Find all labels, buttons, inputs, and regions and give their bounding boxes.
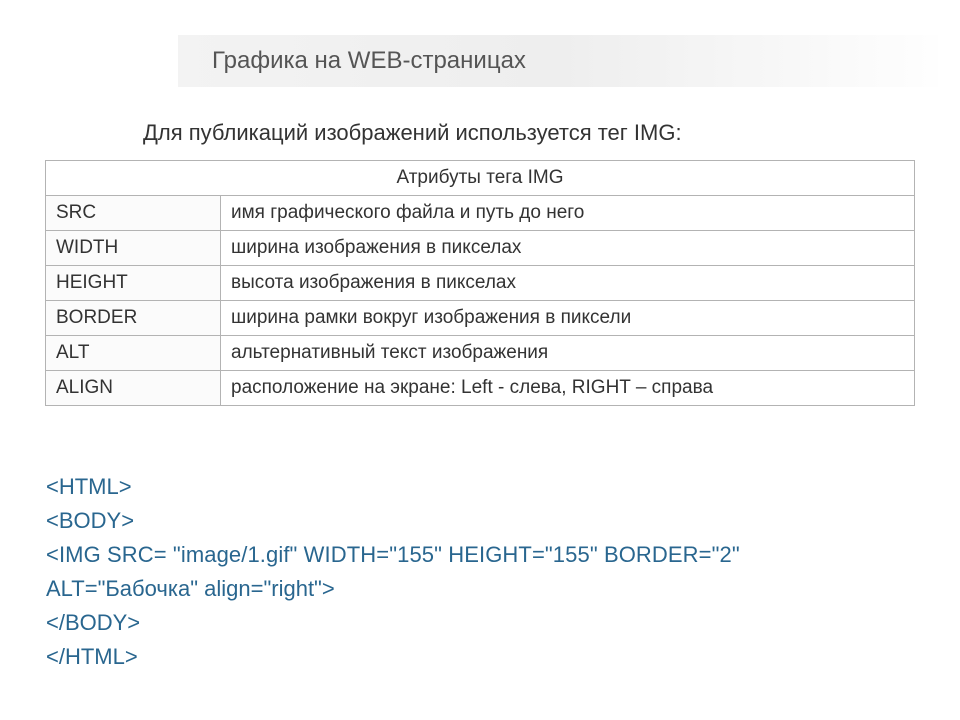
- table-row: SRC имя графического файла и путь до нег…: [46, 196, 915, 231]
- table-row: BORDER ширина рамки вокруг изображения в…: [46, 301, 915, 336]
- attr-name: WIDTH: [46, 231, 221, 266]
- table-row: ALT альтернативный текст изображения: [46, 336, 915, 371]
- table-row: ALIGN расположение на экране: Left - сле…: [46, 371, 915, 406]
- attr-desc: альтернативный текст изображения: [221, 336, 915, 371]
- attr-desc: имя графического файла и путь до него: [221, 196, 915, 231]
- attr-desc: высота изображения в пикселах: [221, 266, 915, 301]
- code-line: <IMG SRC= "image/1.gif" WIDTH="155" HEIG…: [46, 538, 740, 572]
- table-header: Атрибуты тега IMG: [46, 161, 915, 196]
- attr-name: SRC: [46, 196, 221, 231]
- intro-text: Для публикаций изображений используется …: [143, 120, 682, 146]
- attr-name: ALIGN: [46, 371, 221, 406]
- attr-desc: расположение на экране: Left - слева, RI…: [221, 371, 915, 406]
- attr-name: HEIGHT: [46, 266, 221, 301]
- attr-name: BORDER: [46, 301, 221, 336]
- code-line: </BODY>: [46, 606, 740, 640]
- code-line: ALT="Бабочка" align="right">: [46, 572, 740, 606]
- page-title: Графика на WEB-страницах: [212, 47, 526, 75]
- code-line: <HTML>: [46, 470, 740, 504]
- attributes-table: Атрибуты тега IMG SRC имя графического ф…: [45, 160, 915, 406]
- table-row: WIDTH ширина изображения в пикселах: [46, 231, 915, 266]
- attr-name: ALT: [46, 336, 221, 371]
- table-row: HEIGHT высота изображения в пикселах: [46, 266, 915, 301]
- code-example: <HTML> <BODY> <IMG SRC= "image/1.gif" WI…: [46, 470, 740, 675]
- attr-desc: ширина рамки вокруг изображения в пиксел…: [221, 301, 915, 336]
- code-line: </HTML>: [46, 640, 740, 674]
- code-line: <BODY>: [46, 504, 740, 538]
- attr-desc: ширина изображения в пикселах: [221, 231, 915, 266]
- page-title-bar: Графика на WEB-страницах: [178, 35, 938, 87]
